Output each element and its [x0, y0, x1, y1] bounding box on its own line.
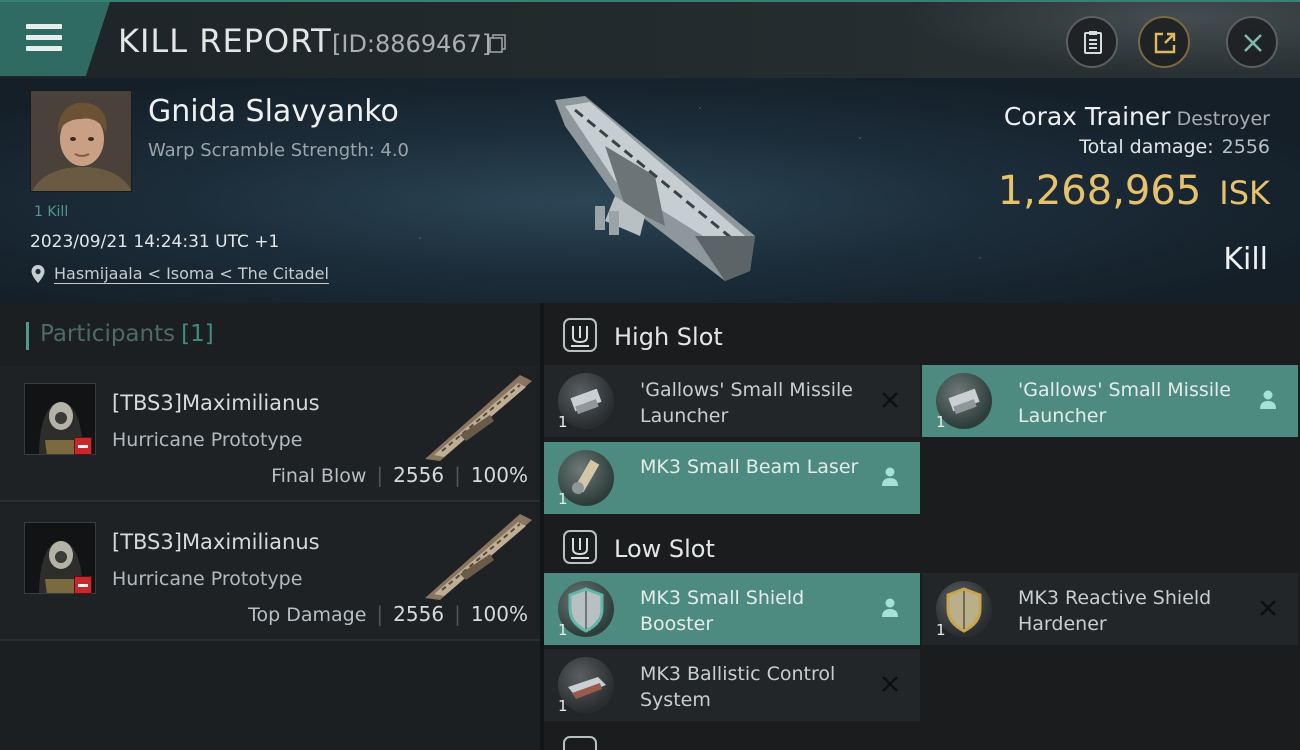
victim-ship-name: Corax Trainer — [1003, 102, 1171, 131]
module-item[interactable]: 1 MK3 Small Beam Laser — [544, 442, 920, 514]
next-slot-icon — [563, 736, 597, 750]
module-name: MK3 Reactive Shield Hardener — [1018, 587, 1212, 635]
module-name: 'Gallows' Small Missile Launcher — [640, 379, 853, 427]
person-icon — [882, 598, 898, 617]
stat-separator: | — [454, 463, 461, 487]
kill-datetime: 2023/09/21 14:24:31 UTC +1 — [30, 232, 280, 252]
module-item[interactable]: 1 'Gallows' Small Missile Launcher — [544, 365, 920, 437]
participant-role: Top Damage — [248, 604, 367, 626]
person-icon — [1260, 390, 1276, 409]
report-id: [ID:8869467] — [332, 30, 492, 58]
total-damage-value: 2556 — [1221, 136, 1270, 158]
participant-damage: 2556 — [393, 602, 445, 626]
dropped-x-icon — [882, 676, 898, 692]
high-slot-icon — [563, 318, 597, 352]
module-name: MK3 Small Shield Booster — [640, 587, 805, 635]
menu-button[interactable] — [0, 2, 110, 76]
high-slot-title: High Slot — [614, 323, 723, 351]
module-quantity: 1 — [936, 413, 946, 431]
participant-stats: Top Damage | 2556 | 100% — [248, 602, 528, 626]
hamburger-line — [26, 35, 62, 40]
module-quantity: 1 — [558, 621, 568, 639]
participant-damage: 2556 — [393, 463, 445, 487]
isk-amount: 1,268,965 — [997, 168, 1202, 214]
warp-scramble-strength: Warp Scramble Strength: 4.0 — [148, 140, 410, 161]
location-pin-icon — [31, 265, 45, 283]
module-quantity: 1 — [558, 413, 568, 431]
dropped-x-icon — [1260, 600, 1276, 616]
participant-row[interactable]: [TBS3]Maximilianus Hurricane Prototype F… — [0, 365, 540, 502]
share-icon — [1154, 32, 1176, 54]
participant-ship-image — [425, 375, 532, 461]
avatar — [31, 91, 131, 191]
low-slot-header: Low Slot — [544, 515, 1300, 577]
hamburger-line — [26, 46, 62, 51]
victim-ship-image — [555, 96, 755, 281]
dropped-x-icon — [882, 392, 898, 408]
module-name: MK3 Small Beam Laser — [640, 456, 859, 478]
participant-ship-image — [425, 514, 532, 600]
participant-percent: 100% — [470, 463, 528, 487]
victim-ship-info: Corax Trainer Destroyer — [1004, 102, 1270, 131]
participant-row[interactable]: [TBS3]Maximilianus Hurricane Prototype T… — [0, 504, 540, 641]
page-title: KILL REPORT — [118, 22, 332, 60]
participant-stats: Final Blow | 2556 | 100% — [271, 463, 528, 487]
share-button[interactable] — [1138, 16, 1190, 68]
module-quantity: 1 — [558, 697, 568, 715]
isk-unit: ISK — [1219, 174, 1270, 212]
module-quantity: 1 — [558, 490, 568, 508]
result-label: Kill — [1223, 242, 1268, 277]
low-slot-icon — [563, 530, 597, 564]
participant-ship: Hurricane Prototype — [112, 568, 303, 590]
total-damage: Total damage: 2556 — [1079, 136, 1270, 158]
participant-role: Final Blow — [271, 465, 367, 487]
total-damage-label: Total damage: — [1079, 136, 1214, 158]
low-slot-title: Low Slot — [614, 535, 715, 563]
clipboard-button[interactable] — [1066, 16, 1118, 68]
module-item[interactable]: 1 'Gallows' Small Missile Launcher — [922, 365, 1298, 437]
high-slot-header: High Slot — [544, 303, 1300, 365]
stat-separator: | — [376, 602, 384, 626]
person-icon — [882, 467, 898, 486]
close-icon — [1244, 34, 1262, 52]
module-name: 'Gallows' Small Missile Launcher — [1018, 379, 1231, 427]
close-button[interactable] — [1226, 16, 1278, 68]
stat-separator: | — [454, 602, 461, 626]
copy-icon[interactable] — [488, 33, 508, 53]
clipboard-icon — [1084, 31, 1102, 54]
section-accent-bar — [26, 322, 29, 350]
top-bar: KILL REPORT [ID:8869467] — [0, 0, 1300, 78]
stat-separator: | — [376, 463, 384, 487]
participant-name[interactable]: [TBS3]Maximilianus — [112, 391, 320, 415]
corp-badge-icon — [74, 576, 92, 594]
victim-name: Gnida Slavyanko — [148, 94, 399, 129]
module-item[interactable]: 1 MK3 Ballistic Control System — [544, 649, 920, 721]
participants-count: [1] — [181, 321, 214, 347]
module-name: MK3 Ballistic Control System — [640, 663, 836, 711]
participant-name[interactable]: [TBS3]Maximilianus — [112, 530, 320, 554]
module-quantity: 1 — [936, 621, 946, 639]
participants-panel: Participants [1] [TBS3]Maximilianus Hurri… — [0, 303, 540, 750]
location-link[interactable]: Hasmijaala < Isoma < The Citadel — [54, 264, 329, 283]
victim-ship-class: Destroyer — [1176, 108, 1270, 130]
victim-portrait[interactable] — [30, 90, 132, 192]
fitting-panel: High Slot 1 'Gallows' Small Missile Laun… — [544, 303, 1300, 750]
corp-badge-icon — [74, 437, 92, 455]
participant-ship: Hurricane Prototype — [112, 429, 303, 451]
isk-value: 1,268,965 ISK — [998, 168, 1270, 214]
participants-label: Participants — [40, 321, 176, 347]
module-item[interactable]: 1 MK3 Small Shield Booster — [544, 573, 920, 645]
victim-kill-count: 1 Kill — [34, 204, 69, 220]
participants-title: Participants [1] — [40, 321, 214, 347]
participant-percent: 100% — [470, 602, 528, 626]
module-item[interactable]: 1 MK3 Reactive Shield Hardener — [922, 573, 1298, 645]
victim-banner: Gnida Slavyanko Warp Scramble Strength: … — [0, 78, 1300, 303]
hamburger-line — [26, 24, 62, 29]
participants-header: Participants [1] — [0, 303, 540, 365]
